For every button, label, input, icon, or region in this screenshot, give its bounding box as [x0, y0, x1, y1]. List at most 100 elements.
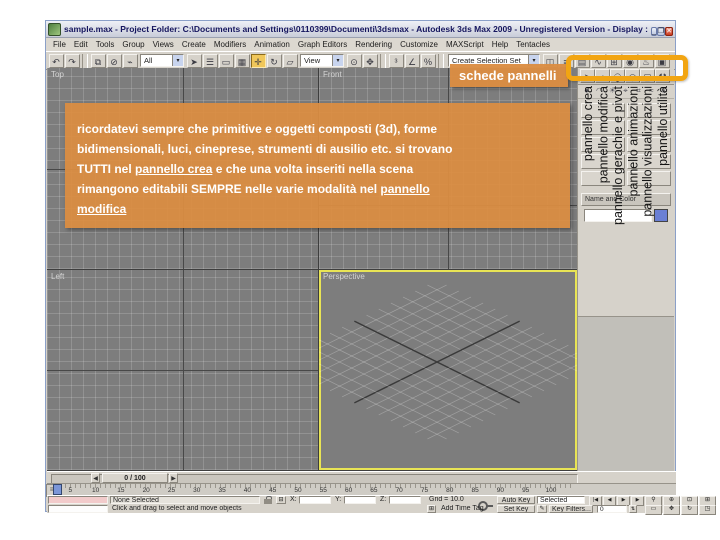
current-frame-field[interactable]: 0 [597, 505, 627, 513]
panel-label-6: pannello utilità [656, 86, 670, 166]
frame-tick-25: 25 [167, 487, 176, 494]
note-text: rimangono editabili SEMPRE nelle varie m… [77, 182, 381, 196]
time-tag-icon[interactable]: ⊞ [427, 505, 436, 513]
select-by-name-icon[interactable]: ☰ [202, 53, 218, 68]
frame-spinner[interactable]: ⇅ [629, 505, 637, 513]
select-object-icon[interactable]: ➤ [186, 53, 202, 68]
redo-icon[interactable]: ↷ [64, 53, 80, 68]
reference-coordinate-system-dropdown[interactable]: View ▾ [300, 54, 344, 67]
previous-frame-arrow[interactable]: ◀ [91, 473, 100, 483]
slide: sample.max - Project Folder: C:\Document… [0, 0, 720, 540]
minimize-button[interactable]: _ [650, 27, 657, 36]
angle-snap-toggle-icon[interactable]: ∠ [404, 53, 420, 68]
selection-filter-dropdown[interactable]: All ▾ [140, 54, 184, 67]
note-underlined-text: pannello crea [135, 162, 213, 176]
select-and-move-icon[interactable]: ✛ [250, 53, 266, 68]
frame-tick-50: 50 [294, 487, 302, 494]
menu-maxscript[interactable]: MAXScript [442, 40, 488, 49]
viewport-left[interactable]: Left [47, 270, 318, 470]
tabs-highlight-rectangle [566, 55, 688, 81]
panel-label-3: pannello gerachie e pivot [611, 86, 625, 225]
undo-icon[interactable]: ↶ [48, 53, 64, 68]
menu-rendering[interactable]: Rendering [351, 40, 396, 49]
zoom-region-button[interactable]: ▭ [645, 505, 662, 515]
command-panel-empty-area [578, 316, 674, 471]
close-button[interactable]: ✕ [665, 27, 673, 36]
menu-tools[interactable]: Tools [92, 40, 119, 49]
x-coord-input[interactable] [299, 496, 331, 504]
z-coord-input[interactable] [389, 496, 421, 504]
title-bar: sample.max - Project Folder: C:\Document… [46, 21, 675, 38]
key-brush-icon[interactable]: ✎ [537, 505, 547, 513]
bind-to-space-warp-icon[interactable]: ⌁ [122, 53, 138, 68]
selection-status: None Selected [110, 496, 260, 504]
frame-tick-95: 95 [522, 487, 530, 494]
set-key-button[interactable]: Set Key [497, 505, 535, 513]
viewport-perspective-label[interactable]: Perspective [323, 272, 365, 281]
frame-tick-80: 80 [446, 487, 454, 494]
select-and-scale-icon[interactable]: ▱ [282, 53, 298, 68]
add-time-tag[interactable]: Add Time Tag [439, 505, 486, 513]
y-coord-input[interactable] [344, 496, 376, 504]
menu-modifiers[interactable]: Modifiers [210, 40, 250, 49]
x-coord-label: X: [290, 496, 297, 503]
restore-button[interactable]: ❐ [656, 27, 666, 36]
tutorial-note-box: ricordatevi sempre che primitive e ogget… [65, 103, 570, 228]
menu-create[interactable]: Create [178, 40, 210, 49]
menu-graph-editors[interactable]: Graph Editors [294, 40, 351, 49]
select-and-rotate-icon[interactable]: ↻ [266, 53, 282, 68]
window-crossing-icon[interactable]: ▦ [234, 53, 250, 68]
object-color-swatch[interactable] [654, 209, 668, 222]
menu-help[interactable]: Help [488, 40, 512, 49]
use-pivot-point-center-icon[interactable]: ⊙ [346, 53, 362, 68]
snaps-toggle-icon[interactable]: ³ [388, 53, 404, 68]
percent-snap-toggle-icon[interactable]: % [420, 53, 436, 68]
viewport-front-label[interactable]: Front [323, 70, 342, 79]
absolute-offset-mode-icon[interactable]: ⊟ [276, 496, 286, 504]
perspective-grid [319, 284, 577, 440]
next-frame-arrow[interactable]: ▶ [169, 473, 178, 483]
macro-recorder-field[interactable] [48, 496, 108, 504]
menu-edit[interactable]: Edit [70, 40, 92, 49]
frame-tick-85: 85 [471, 487, 479, 494]
menu-tentacles[interactable]: Tentacles [512, 40, 554, 49]
maxscript-listener-field[interactable] [48, 505, 108, 513]
panel-label-5: pannello visualizzazioni [641, 86, 655, 217]
auto-key-button[interactable]: Auto Key [497, 496, 535, 504]
app-logo-icon [48, 22, 61, 36]
window-title: sample.max - Project Folder: C:\Document… [64, 24, 648, 34]
note-underlined-text: modifica [77, 202, 127, 216]
menu-file[interactable]: File [49, 40, 70, 49]
menu-bar: File Edit Tools Group Views Create Modifiers An… [46, 38, 675, 52]
viewport-left-label[interactable]: Left [51, 272, 64, 281]
toolbar-separator [380, 53, 386, 68]
frame-tick-45: 45 [269, 487, 277, 494]
viewport-top-label[interactable]: Top [51, 70, 64, 79]
maximize-viewport-toggle-button[interactable]: ◳ [699, 505, 716, 515]
frame-tick-35: 35 [218, 487, 226, 494]
key-mode-dropdown[interactable]: Selected [537, 496, 585, 504]
frame-tick-20: 20 [142, 487, 150, 494]
unlink-selection-icon[interactable]: ⊘ [106, 53, 122, 68]
name-color-rollout: Name and Color [581, 193, 671, 225]
rectangular-selection-region-icon[interactable]: ▭ [218, 53, 234, 68]
pan-view-button[interactable]: ✥ [663, 505, 680, 515]
menu-animation[interactable]: Animation [250, 40, 294, 49]
menu-group[interactable]: Group [118, 40, 148, 49]
frame-tick-15: 15 [117, 487, 125, 494]
note-text: TUTTI nel [77, 162, 135, 176]
prompt-line: Click and drag to select and move object… [112, 505, 242, 512]
key-filters-button[interactable]: Key Filters... [549, 505, 593, 513]
viewport-perspective[interactable]: Perspective [319, 270, 577, 470]
menu-views[interactable]: Views [149, 40, 178, 49]
viewport-nav-row2: ▭ ✥ ↻ ◳ [645, 505, 716, 515]
menu-customize[interactable]: Customize [396, 40, 442, 49]
selection-lock-icon[interactable] [264, 496, 274, 504]
grid-readout: Grid = 10.0 [429, 496, 464, 503]
z-coord-label: Z: [380, 496, 387, 503]
time-cursor[interactable] [53, 484, 62, 495]
arc-rotate-button[interactable]: ↻ [681, 505, 698, 515]
select-and-link-icon[interactable]: ⧉ [90, 53, 106, 68]
time-slider-button[interactable]: 0 / 100 [102, 473, 168, 483]
select-and-manipulate-icon[interactable]: ✥ [362, 53, 378, 68]
